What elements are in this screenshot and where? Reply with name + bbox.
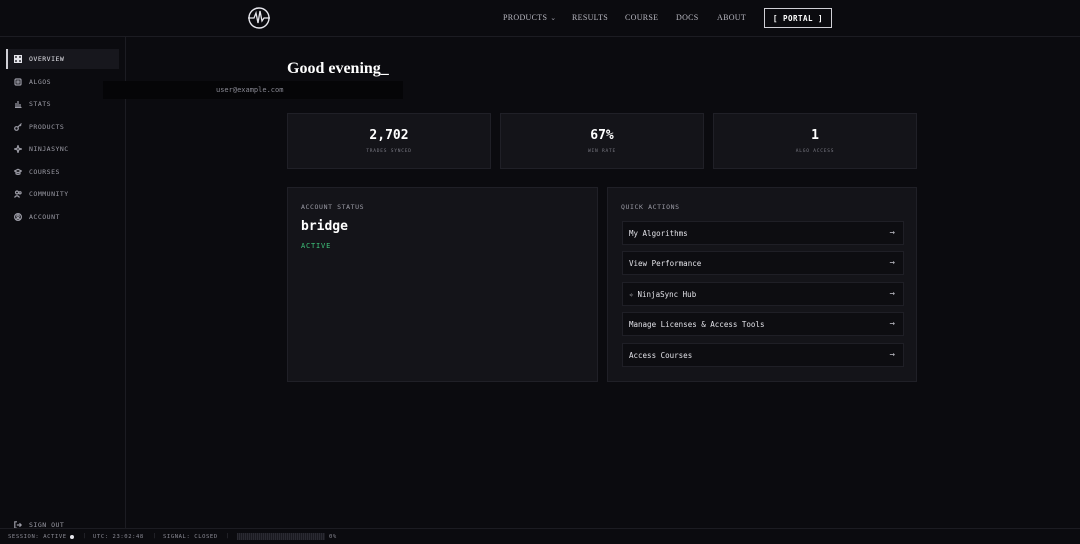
sparkle-icon: ✧	[629, 289, 634, 299]
action-label-wrap: ✧ NinjaSync Hub	[629, 290, 696, 299]
sidebar-item-label: NINJASYNC	[29, 145, 69, 153]
action-my-algorithms[interactable]: My Algorithms →	[622, 221, 904, 245]
stat-value: 2,702	[369, 128, 409, 143]
sidebar-item-community[interactable]: COMMUNITY	[6, 184, 119, 204]
action-manage-licenses[interactable]: Manage Licenses & Access Tools →	[622, 312, 904, 336]
sidebar-item-label: PRODUCTS	[29, 123, 65, 131]
stat-value: 67%	[590, 128, 614, 143]
stat-card-algo-access: 1 ALGO ACCESS	[713, 113, 917, 169]
stat-card-win-rate: 67% WIN RATE	[500, 113, 704, 169]
bar-chart-icon	[15, 101, 22, 108]
arrow-right-icon: →	[889, 228, 895, 238]
arrow-right-icon: →	[889, 289, 895, 299]
arrow-right-icon: →	[889, 258, 895, 268]
greeting-heading: Good evening_	[287, 60, 389, 77]
key-icon	[14, 123, 22, 131]
action-label: Manage Licenses & Access Tools	[629, 319, 765, 329]
quick-actions-panel: QUICK ACTIONS My Algorithms → View Perfo…	[607, 187, 917, 382]
nav-about[interactable]: ABOUT	[717, 13, 746, 22]
session-status: SESSION: ACTIVE	[8, 534, 74, 540]
divider: |	[226, 533, 230, 539]
sidebar-item-account[interactable]: ACCOUNT	[6, 207, 119, 227]
panel-title: ACCOUNT STATUS	[301, 203, 365, 211]
nav-course[interactable]: COURSE	[625, 13, 658, 22]
nav-results[interactable]: RESULTS	[572, 13, 608, 22]
stat-label: ALGO ACCESS	[795, 149, 835, 154]
stat-card-trades: 2,702 TRADES SYNCED	[287, 113, 491, 169]
arrow-right-icon: →	[889, 319, 895, 329]
chevron-down-icon: ⌄	[550, 14, 557, 22]
account-name: bridge	[301, 219, 348, 234]
sidebar-item-label: STATS	[29, 100, 52, 108]
action-access-courses[interactable]: Access Courses →	[622, 343, 904, 367]
progress-text: 0%	[329, 534, 337, 540]
sidebar-item-label: ACCOUNT	[29, 213, 60, 221]
top-navbar: PRODUCTS ⌄ RESULTS COURSE DOCS ABOUT [ PO…	[0, 0, 1080, 37]
progress-bar	[237, 533, 325, 540]
action-label: View Performance	[629, 258, 702, 268]
sidebar-item-courses[interactable]: COURSES	[6, 162, 119, 182]
chip-icon	[14, 78, 22, 86]
stat-value: 1	[811, 128, 819, 143]
arrow-right-icon: →	[889, 350, 895, 360]
sidebar-item-label: ALGOS	[29, 78, 52, 86]
nav-products[interactable]: PRODUCTS ⌄	[503, 13, 556, 22]
nav-products-label: PRODUCTS	[503, 13, 548, 22]
user-circle-icon	[14, 213, 22, 221]
status-badge: ACTIVE	[301, 242, 332, 250]
sidebar-item-label: COURSES	[29, 168, 60, 176]
status-dot-icon	[69, 534, 74, 539]
signal-status: SIGNAL: CLOSED	[163, 534, 218, 540]
action-view-performance[interactable]: View Performance →	[622, 251, 904, 275]
sidebar-item-ninjasync[interactable]: NINJASYNC	[6, 139, 119, 159]
account-status-panel: ACCOUNT STATUS bridge ACTIVE	[287, 187, 598, 382]
portal-button[interactable]: [ PORTAL ]	[764, 8, 832, 28]
sidebar: OVERVIEW ALGOS STATS PRODUCTS NINJASYNC …	[0, 37, 126, 528]
grid-icon	[14, 55, 22, 63]
action-ninjasync-hub[interactable]: ✧ NinjaSync Hub →	[622, 282, 904, 306]
sidebar-item-label: OVERVIEW	[29, 55, 65, 63]
nav-docs[interactable]: DOCS	[676, 13, 699, 22]
divider: |	[153, 533, 157, 539]
stat-label: WIN RATE	[587, 149, 617, 154]
sparkle-icon	[14, 145, 22, 153]
status-bar: SESSION: ACTIVE | UTC: 23:02:48 | SIGNAL…	[0, 528, 1080, 544]
user-email: user@example.com	[216, 86, 284, 94]
users-icon	[14, 190, 22, 198]
panel-title: QUICK ACTIONS	[621, 203, 680, 211]
graduation-cap-icon	[14, 168, 22, 175]
sidebar-item-label: COMMUNITY	[29, 190, 69, 198]
divider: |	[83, 533, 87, 539]
sidebar-item-products[interactable]: PRODUCTS	[6, 117, 119, 137]
action-label: NinjaSync Hub	[637, 289, 697, 299]
pulse-logo-icon[interactable]	[247, 7, 271, 29]
stat-label: TRADES SYNCED	[366, 149, 412, 154]
utc-clock: UTC: 23:02:48	[93, 534, 144, 540]
session-text: SESSION: ACTIVE	[8, 534, 67, 540]
sidebar-item-overview[interactable]: OVERVIEW	[6, 49, 119, 69]
action-label: Access Courses	[629, 350, 693, 360]
action-label: My Algorithms	[629, 228, 688, 238]
